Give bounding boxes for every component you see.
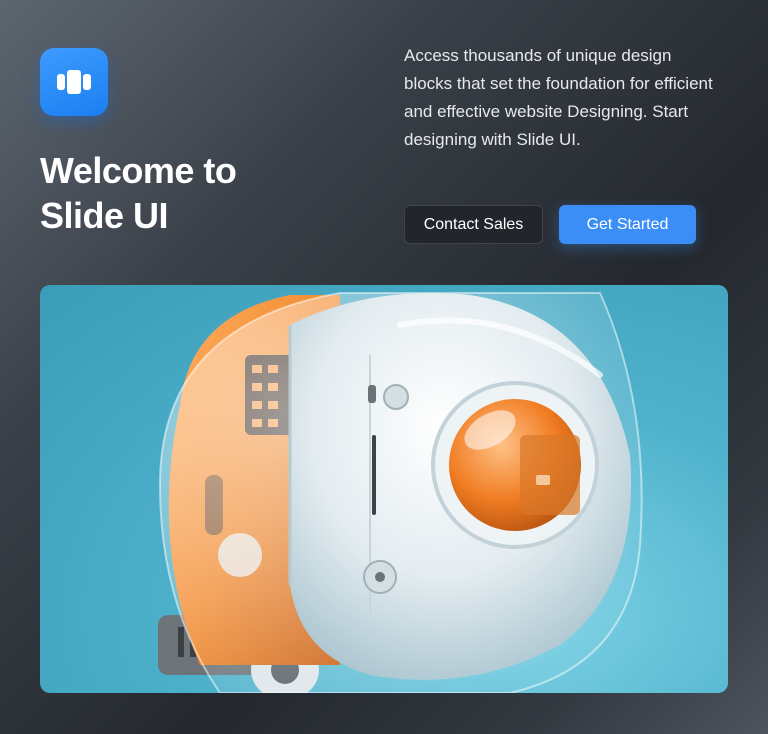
- page-title-line-1: Welcome to: [40, 150, 237, 191]
- page-title: Welcome to Slide UI: [40, 148, 300, 238]
- panels-logo-icon: [57, 70, 91, 94]
- hero-description: Access thousands of unique design blocks…: [404, 46, 713, 149]
- contact-sales-button[interactable]: Contact Sales: [404, 205, 543, 244]
- robot-illustration: [158, 292, 643, 693]
- page-title-line-2: Slide UI: [40, 195, 169, 236]
- hero-image: [40, 285, 728, 693]
- get-started-button[interactable]: Get Started: [559, 205, 696, 244]
- hero-section: Welcome to Slide UI Access thousands of …: [0, 0, 768, 734]
- slide-ui-logo[interactable]: [40, 48, 108, 116]
